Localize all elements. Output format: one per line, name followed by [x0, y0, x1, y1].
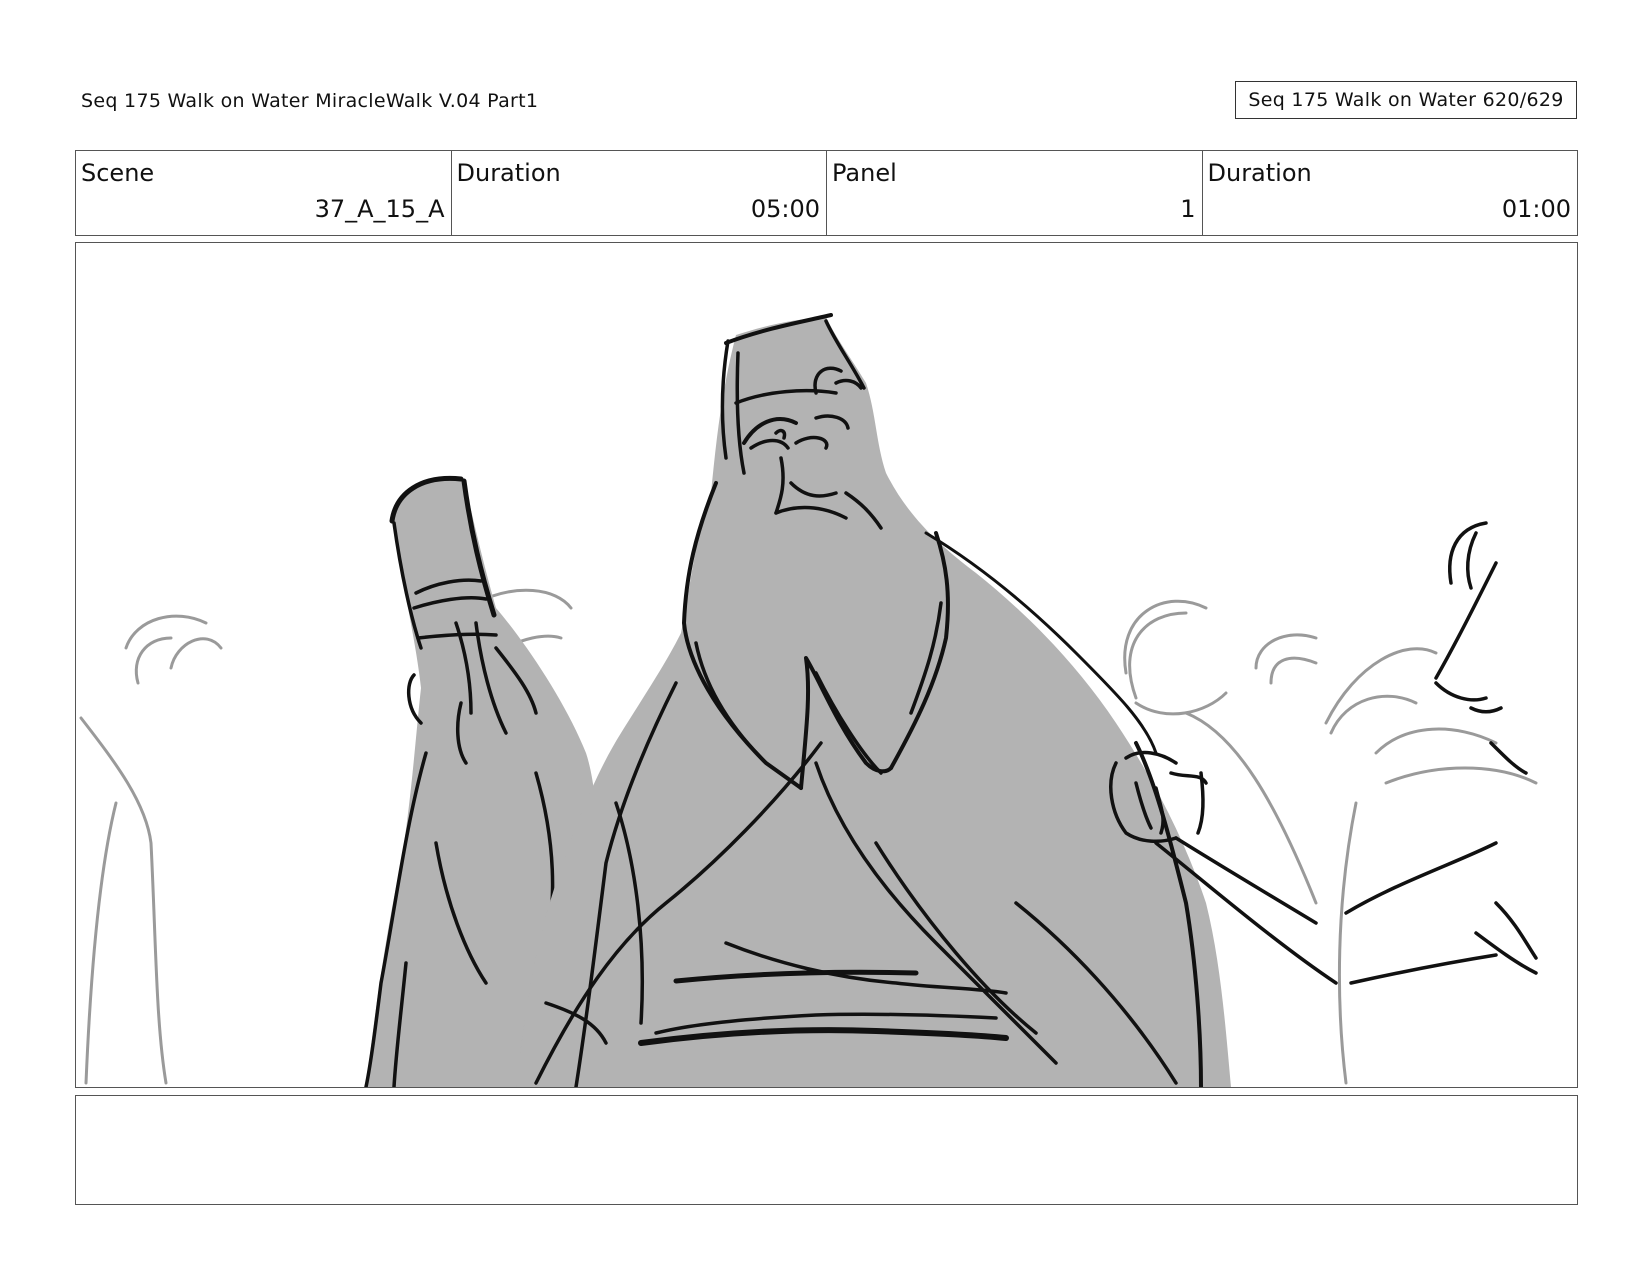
- scene-label: Scene: [81, 159, 155, 187]
- page-tag: Seq 175 Walk on Water 620/629: [1235, 81, 1577, 119]
- panel-value: 1: [1180, 195, 1196, 223]
- scene-value: 37_A_15_A: [314, 195, 445, 223]
- storyboard-panel: [75, 242, 1578, 1088]
- panel-label: Panel: [832, 159, 897, 187]
- panel-duration-value: 01:00: [1501, 195, 1571, 223]
- panel-duration-cell: Duration 01:00: [1203, 151, 1578, 235]
- storyboard-sketch: [79, 313, 1538, 1087]
- panel-cell: Panel 1: [827, 151, 1203, 235]
- notes-box: [75, 1095, 1578, 1205]
- scene-duration-cell: Duration 05:00: [452, 151, 827, 235]
- panel-duration-label: Duration: [1207, 159, 1312, 187]
- scene-info-row: Scene 37_A_15_A Duration 05:00 Panel 1 D…: [75, 150, 1578, 236]
- main-figure: [516, 313, 1231, 1087]
- scene-duration-label: Duration: [456, 159, 561, 187]
- scene-cell: Scene 37_A_15_A: [76, 151, 452, 235]
- document-title: Seq 175 Walk on Water MiracleWalk V.04 P…: [81, 90, 539, 112]
- scene-duration-value: 05:00: [750, 195, 820, 223]
